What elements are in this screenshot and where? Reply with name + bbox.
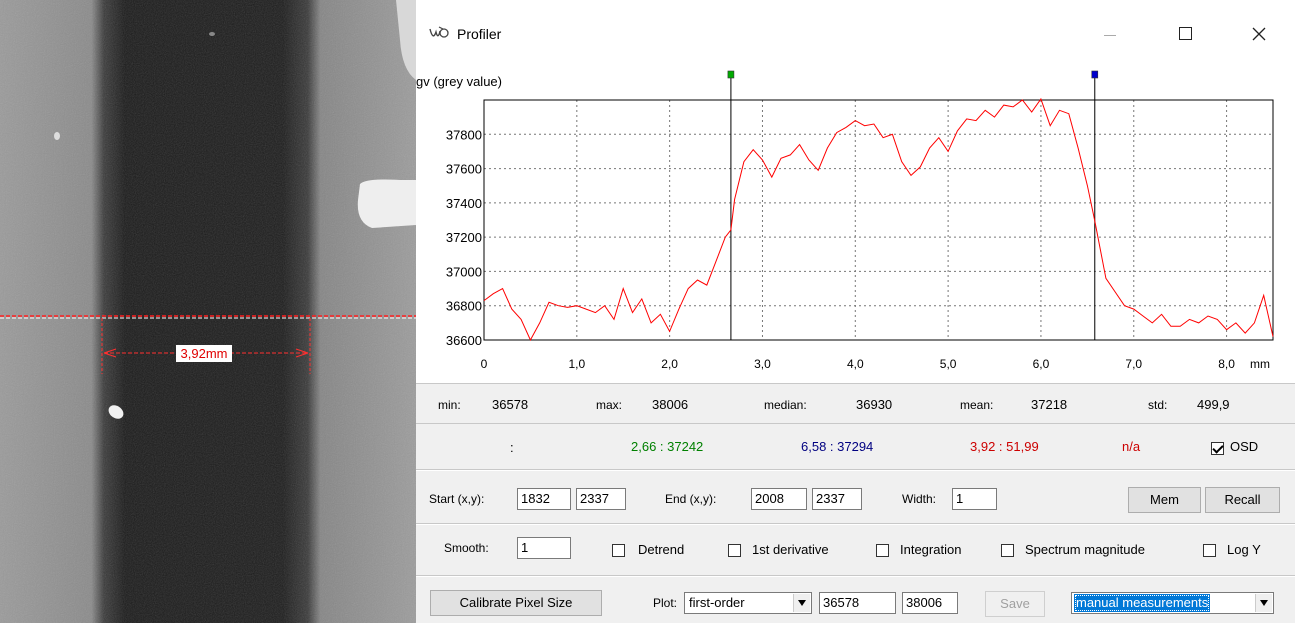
window-title: Profiler <box>457 26 502 42</box>
y-ticks: 36600 36800 37000 37200 37400 37600 37800 <box>446 127 482 348</box>
start-x-field[interactable]: 1832 <box>517 488 571 510</box>
minimize-icon[interactable] <box>1104 35 1116 36</box>
first-derivative-label: 1st derivative <box>752 542 829 557</box>
readout-row: : 2,66 : 37242 6,58 : 37294 3,92 : 51,99… <box>416 424 1295 469</box>
spectrum-magnitude-checkbox[interactable] <box>1001 544 1014 557</box>
chart-grid <box>484 100 1273 340</box>
smooth-field[interactable]: 1 <box>517 537 571 559</box>
plot-label: Plot: <box>653 596 678 610</box>
x-tick-label: 1,0 <box>568 357 585 371</box>
first-derivative-checkbox[interactable] <box>728 544 741 557</box>
chevron-down-icon[interactable] <box>793 594 810 612</box>
x-tick-label: 7,0 <box>1125 357 1142 371</box>
width-field[interactable]: 1 <box>952 488 997 510</box>
max-value: 38006 <box>652 397 689 412</box>
close-icon[interactable] <box>1252 27 1266 41</box>
profile-chart-svg: gv (grey value) 36600 36800 37000 37200 3740… <box>416 70 1274 371</box>
log-y-label: Log Y <box>1227 542 1261 557</box>
y-tick-label: 36600 <box>446 333 482 348</box>
profiler-window: Profiler gv (grey value) 36600 36800 37000… <box>416 0 1295 623</box>
y-tick-label: 36800 <box>446 299 482 314</box>
start-label: Start (x,y): <box>429 492 485 506</box>
end-label: End (x,y): <box>665 492 717 506</box>
y-tick-label: 37600 <box>446 162 482 177</box>
median-value: 36930 <box>856 397 893 412</box>
mean-value: 37218 <box>1031 397 1068 412</box>
plot-mode-select[interactable]: first-order <box>684 592 812 614</box>
detrend-label: Detrend <box>638 542 685 557</box>
x-tick-label: 5,0 <box>940 357 957 371</box>
cursor-handle-1[interactable] <box>727 70 735 79</box>
plot-mode-value: first-order <box>689 595 745 610</box>
calibrate-pixel-size-button[interactable]: Calibrate Pixel Size <box>430 590 602 616</box>
min-label: min: <box>438 398 461 412</box>
series-line <box>483 97 1274 342</box>
x-tick-label: 6,0 <box>1033 357 1050 371</box>
x-tick-label: 2,0 <box>661 357 678 371</box>
x-tick-label: 4,0 <box>847 357 864 371</box>
grayscale-image: 3,92mm <box>0 0 416 623</box>
start-y-field[interactable]: 2337 <box>576 488 626 510</box>
cursor-markers <box>727 70 1099 340</box>
image-viewer[interactable]: 3,92mm <box>0 0 416 623</box>
mem-button[interactable]: Mem <box>1128 487 1201 513</box>
detrend-checkbox[interactable] <box>612 544 625 557</box>
x-ticks: 0 1,0 2,0 3,0 4,0 5,0 6,0 7,0 8,0 <box>481 357 1236 371</box>
log-y-checkbox[interactable] <box>1203 544 1216 557</box>
chevron-down-icon[interactable] <box>1255 594 1272 612</box>
std-value: 499,9 <box>1197 397 1230 412</box>
y-tick-label: 37400 <box>446 196 482 211</box>
plot-min-field[interactable]: 36578 <box>819 592 896 614</box>
difference-readout: 3,92 : 51,99 <box>970 439 1039 454</box>
spectrum-magnitude-label: Spectrum magnitude <box>1025 542 1145 557</box>
cursor2-readout: 6,58 : 37294 <box>801 439 874 454</box>
x-tick-label: 3,0 <box>754 357 771 371</box>
plot-frame <box>483 99 1274 341</box>
width-label: Width: <box>902 492 937 506</box>
cursor1-readout: 2,66 : 37242 <box>631 439 704 454</box>
y-tick-label: 37800 <box>446 127 482 142</box>
measurement-mode-value: manual measurements <box>1074 594 1211 612</box>
end-y-field[interactable]: 2337 <box>812 488 862 510</box>
cursor-handle-2[interactable] <box>1091 70 1099 79</box>
smooth-label: Smooth: <box>444 541 489 555</box>
measurement-mode-select[interactable]: manual measurements <box>1071 592 1274 614</box>
options-row: Smooth: 1 Detrend 1st derivative Integra… <box>416 525 1295 575</box>
recall-button[interactable]: Recall <box>1205 487 1280 513</box>
x-tick-label: 0 <box>481 357 488 371</box>
mean-label: mean: <box>960 398 994 412</box>
y-tick-label: 37200 <box>446 230 482 245</box>
profile-chart[interactable]: gv (grey value) 36600 36800 37000 37200 3740… <box>416 60 1295 383</box>
readout-colon: : <box>510 440 514 455</box>
min-value: 36578 <box>492 397 529 412</box>
osd-checkbox[interactable] <box>1211 442 1224 455</box>
save-button[interactable]: Save <box>985 591 1045 617</box>
na-readout: n/a <box>1122 439 1141 454</box>
y-axis-label: gv (grey value) <box>416 74 502 89</box>
bottom-row: Calibrate Pixel Size Plot: first-order 3… <box>416 577 1295 623</box>
median-label: median: <box>764 398 807 412</box>
plot-max-field[interactable]: 38006 <box>902 592 958 614</box>
profiler-icon <box>429 26 449 38</box>
maximize-icon[interactable] <box>1179 27 1192 40</box>
x-tick-label: 8,0 <box>1218 357 1235 371</box>
integration-checkbox[interactable] <box>876 544 889 557</box>
bright-blob <box>357 179 416 228</box>
stats-row: min: 36578 max: 38006 median: 36930 mean… <box>416 384 1295 423</box>
end-x-field[interactable]: 2008 <box>751 488 807 510</box>
x-unit-label: mm <box>1250 357 1270 371</box>
measure-label: 3,92mm <box>181 346 228 361</box>
osd-label: OSD <box>1230 439 1259 454</box>
coords-row: Start (x,y): 1832 2337 End (x,y): 2008 2… <box>416 471 1295 523</box>
max-label: max: <box>596 398 623 412</box>
std-label: std: <box>1148 398 1168 412</box>
y-tick-label: 37000 <box>446 264 482 279</box>
title-bar[interactable]: Profiler <box>416 0 1295 60</box>
integration-label: Integration <box>900 542 962 557</box>
